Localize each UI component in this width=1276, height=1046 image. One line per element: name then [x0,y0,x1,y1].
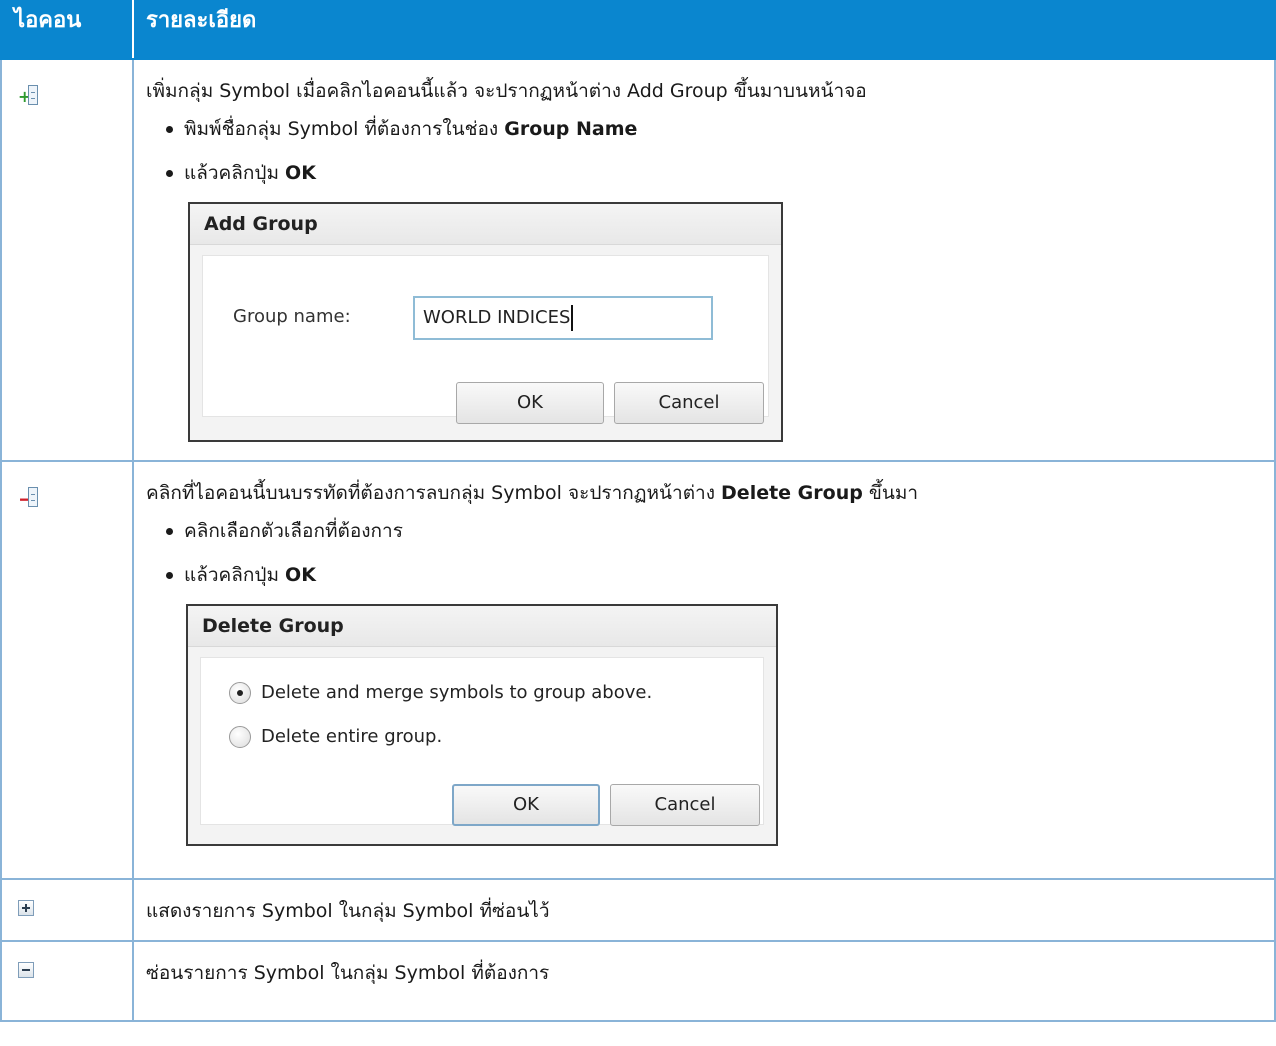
description-cell: เพิ่มกลุ่ม Symbol เมื่อคลิกไอคอนนี้แล้ว … [132,58,1276,462]
list-item: แล้วคลิกปุ่ม OK [166,560,1274,590]
list-item: แล้วคลิกปุ่ม OK [166,158,1274,188]
text-caret [571,305,574,331]
merge-option[interactable]: Delete and merge symbols to group above. [229,678,652,708]
bullet-bold-text: OK [285,162,316,184]
group-name-value: WORLD INDICES [423,307,571,328]
radio-checked-icon[interactable] [229,682,251,704]
ok-button[interactable]: OK [452,784,600,826]
description-text: คลิกที่ไอคอนนี้บนบรรทัดที่ต้องการลบกลุ่ม… [146,478,1274,508]
collapse-icon[interactable] [18,962,34,978]
table-header-row: ไอคอน รายละเอียด [0,0,1276,60]
bullet-text: คลิกเลือกตัวเลือกที่ต้องการ [184,520,403,542]
group-name-label: Group name: [233,306,351,327]
bullet-text: พิมพ์ชื่อกลุ่ม Symbol ที่ต้องการในช่อง [184,118,505,140]
description-cell: คลิกที่ไอคอนนี้บนบรรทัดที่ต้องการลบกลุ่ม… [132,460,1276,880]
dialog-title: Delete Group [188,606,776,647]
expand-icon[interactable] [18,900,34,916]
icon-cell [0,940,134,1022]
description-text: ซ่อนรายการ Symbol ในกลุ่ม Symbol ที่ต้อง… [146,962,550,984]
bullet-bold-text: Group Name [504,118,638,140]
description-text: แสดงรายการ Symbol ในกลุ่ม Symbol ที่ซ่อน… [146,900,550,922]
header-icon-column: ไอคอน [0,0,134,60]
description-text-part: คลิกที่ไอคอนนี้บนบรรทัดที่ต้องการลบกลุ่ม… [146,482,722,504]
icon-cell [0,878,134,942]
dialog-title: Add Group [190,204,781,245]
bullet-text: แล้วคลิกปุ่ม [184,564,286,586]
table-row: + เพิ่มกลุ่ม Symbol เมื่อคลิกไอคอนนี้แล้… [0,58,1276,462]
add-group-icon[interactable]: + [18,84,42,108]
table-row: ซ่อนรายการ Symbol ในกลุ่ม Symbol ที่ต้อง… [0,940,1276,1022]
icon-cell: + [0,58,134,462]
group-name-input[interactable]: WORLD INDICES [413,296,713,340]
cancel-button[interactable]: Cancel [614,382,764,424]
list-item: พิมพ์ชื่อกลุ่ม Symbol ที่ต้องการในช่อง G… [166,114,1274,144]
description-cell: ซ่อนรายการ Symbol ในกลุ่ม Symbol ที่ต้อง… [132,940,1276,1022]
ok-button[interactable]: OK [456,382,604,424]
delete-entire-option-label: Delete entire group. [261,726,443,747]
icon-description-table: ไอคอน รายละเอียด + เพิ่มกลุ่ม Symbol เมื… [0,0,1276,1022]
icon-cell: − [0,460,134,880]
description-text: เพิ่มกลุ่ม Symbol เมื่อคลิกไอคอนนี้แล้ว … [146,80,867,102]
description-cell: แสดงรายการ Symbol ในกลุ่ม Symbol ที่ซ่อน… [132,878,1276,942]
merge-option-label: Delete and merge symbols to group above. [261,682,653,703]
delete-entire-option[interactable]: Delete entire group. [229,722,442,752]
add-group-dialog: Add Group Group name: WORLD INDICES OK C… [188,202,783,442]
table-row: − คลิกที่ไอคอนนี้บนบรรทัดที่ต้องการลบกลุ… [0,460,1276,880]
bullet-list: คลิกเลือกตัวเลือกที่ต้องการ แล้วคลิกปุ่ม… [146,516,1274,590]
cancel-button[interactable]: Cancel [610,784,760,826]
bullet-bold-text: OK [285,564,316,586]
radio-unchecked-icon[interactable] [229,726,251,748]
delete-group-icon[interactable]: − [18,486,42,510]
list-item: คลิกเลือกตัวเลือกที่ต้องการ [166,516,1274,546]
bullet-text: แล้วคลิกปุ่ม [184,162,286,184]
delete-group-dialog: Delete Group Delete and merge symbols to… [186,604,778,846]
table-row: แสดงรายการ Symbol ในกลุ่ม Symbol ที่ซ่อน… [0,878,1276,942]
description-bold-text: Delete Group [721,482,863,504]
header-description-column: รายละเอียด [132,0,1276,60]
description-text-part: ขึ้นมา [862,482,919,504]
bullet-list: พิมพ์ชื่อกลุ่ม Symbol ที่ต้องการในช่อง G… [146,114,1274,188]
